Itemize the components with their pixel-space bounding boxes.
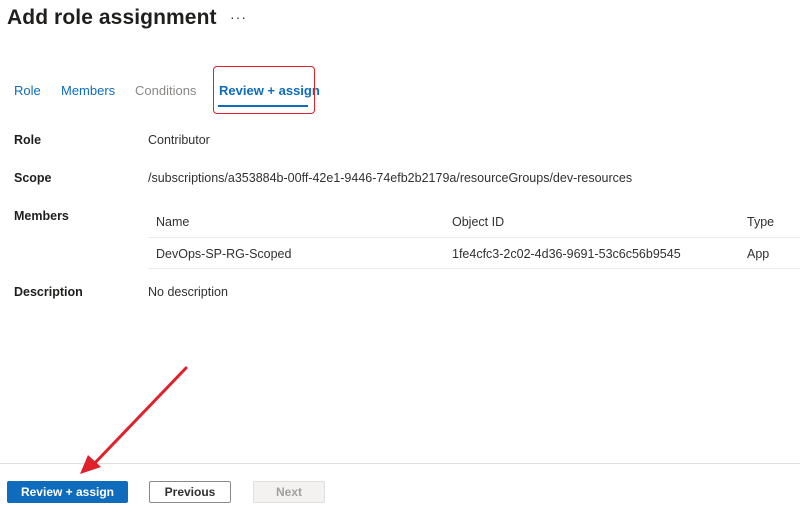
annotation-arrow-head [80,455,101,474]
member-object-id: 1fe4cfc3-2c02-4d36-9691-53c6c56b9545 [452,247,681,261]
role-value: Contributor [148,133,210,147]
table-row: DevOps-SP-RG-Scoped 1fe4cfc3-2c02-4d36-9… [148,238,800,269]
members-label: Members [14,209,69,223]
member-name: DevOps-SP-RG-Scoped [156,247,292,261]
members-table: Name Object ID Type DevOps-SP-RG-Scoped … [148,205,800,269]
description-value: No description [148,285,228,299]
member-type: App [747,247,770,261]
tab-role[interactable]: Role [14,83,41,98]
annotation-highlight-box [213,66,315,114]
scope-value: /subscriptions/a353884b-00ff-42e1-9446-7… [148,171,633,185]
page-title: Add role assignment [7,6,217,29]
column-header-type: Type [747,215,775,229]
scope-label: Scope [14,171,52,185]
members-table-header: Name Object ID Type [148,205,800,238]
footer-divider [0,463,800,464]
tab-conditions: Conditions [135,83,197,98]
tab-bar: Role Members Conditions Review + assign [0,66,800,116]
review-assign-button[interactable]: Review + assign [7,481,128,503]
role-label: Role [14,133,42,147]
more-options-icon[interactable]: ··· [230,9,247,25]
annotation-arrow-line [90,366,188,468]
tab-members[interactable]: Members [61,83,115,98]
column-header-name: Name [156,215,190,229]
previous-button[interactable]: Previous [149,481,231,503]
next-button: Next [253,481,325,503]
description-label: Description [14,285,83,299]
column-header-object-id: Object ID [452,215,505,229]
